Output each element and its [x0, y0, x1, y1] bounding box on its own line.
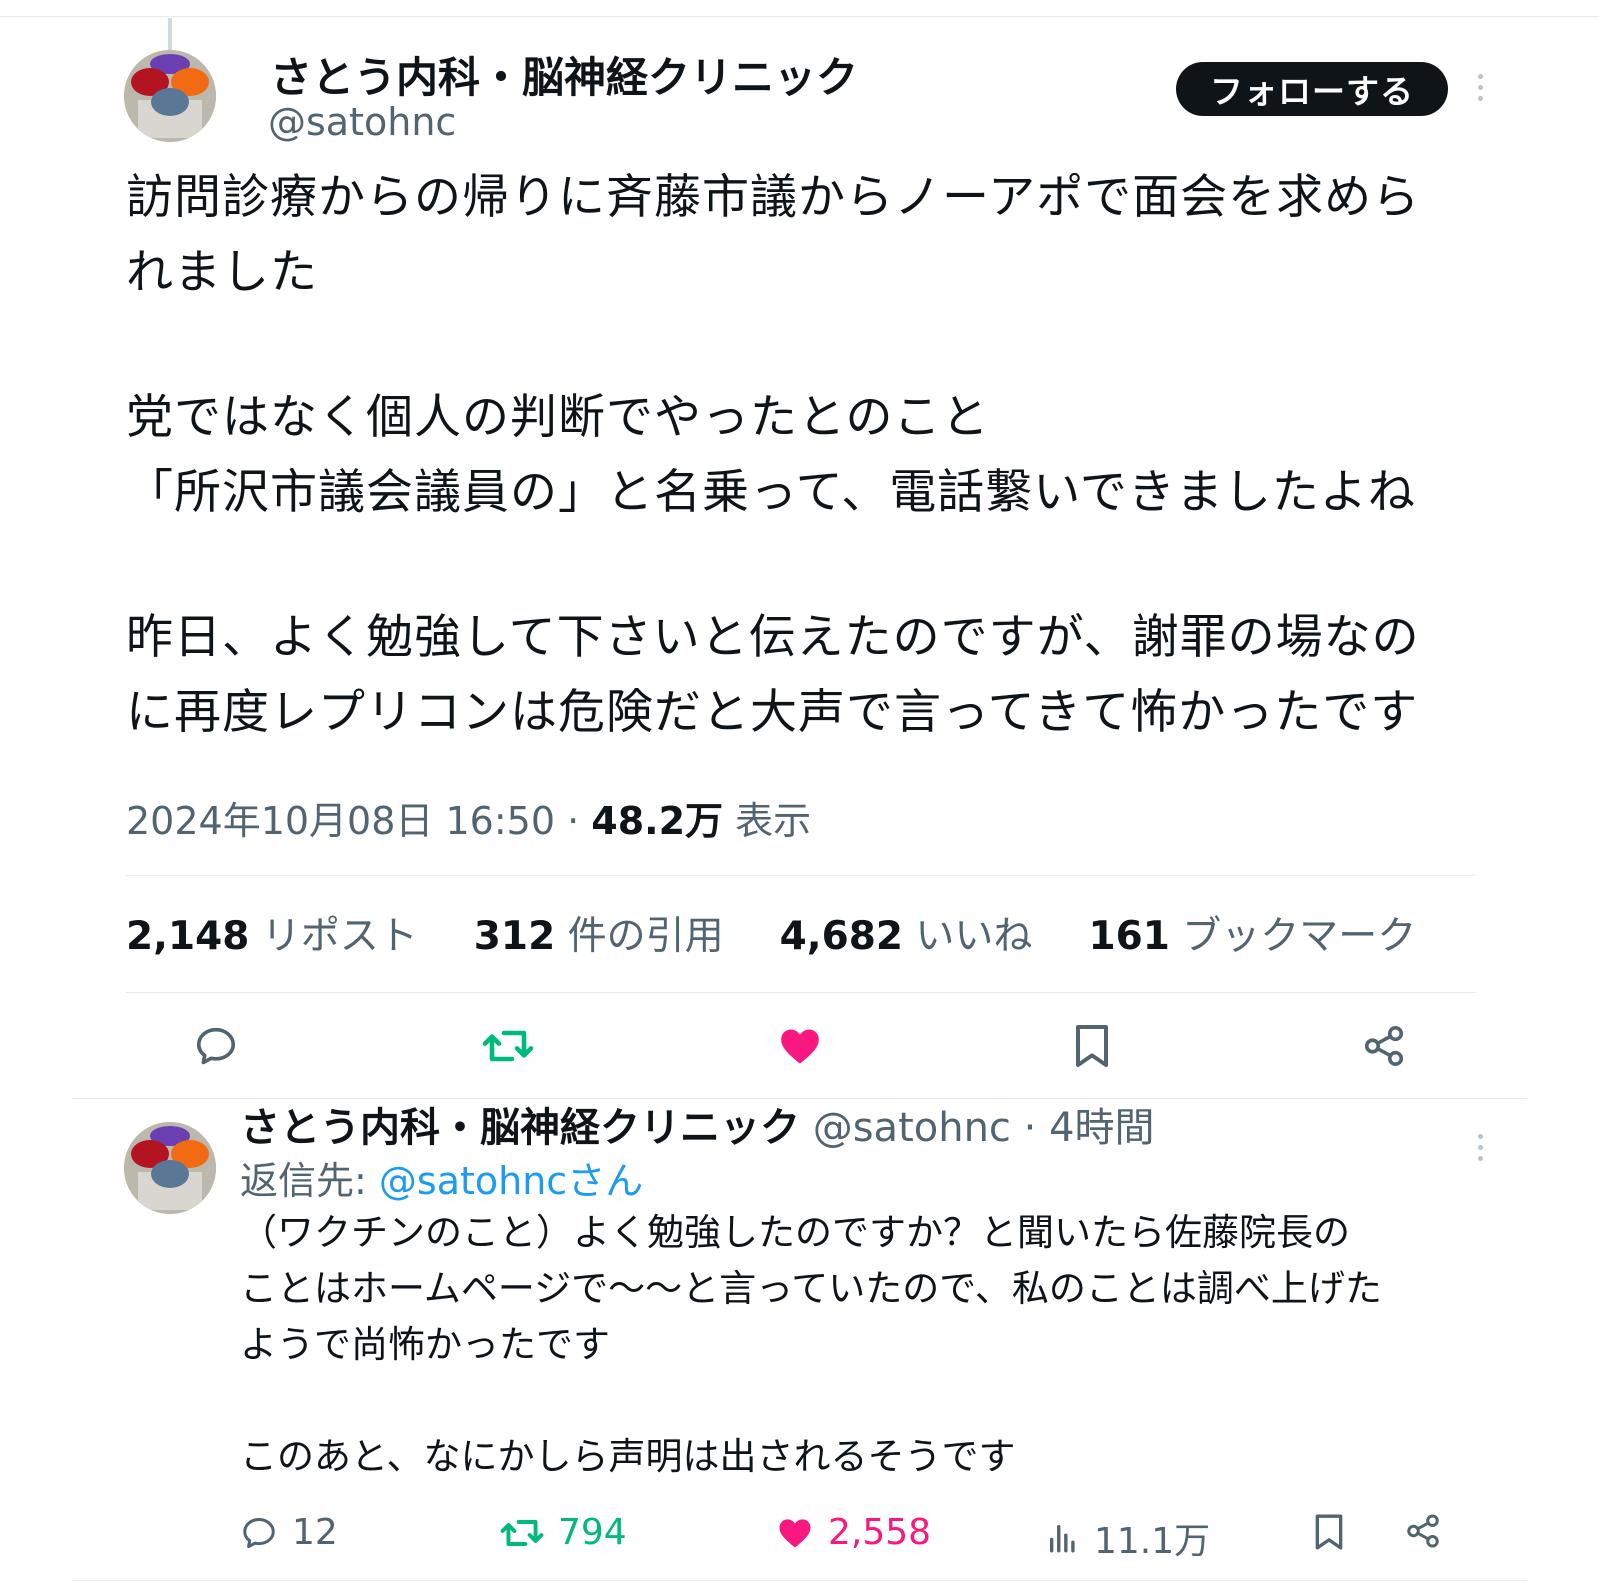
reply-share-button[interactable]	[1404, 1512, 1442, 1550]
avatar-image	[124, 1122, 216, 1214]
share-icon	[1407, 1514, 1439, 1548]
stat-quotes-label: 件の引用	[567, 914, 724, 959]
stat-bookmarks-count: 161	[1088, 914, 1170, 959]
stat-likes-label: いいね	[915, 914, 1033, 959]
bookmark-icon	[1076, 1025, 1108, 1067]
author-name[interactable]: さとう内科・脳神経クリニック	[270, 44, 858, 105]
top-divider	[0, 16, 1599, 17]
views-label: 表示	[735, 799, 812, 843]
reply-count: 12	[292, 1512, 338, 1553]
stat-bookmarks-label: ブックマーク	[1182, 914, 1417, 959]
tweet-text: 訪問診療からの帰りに斉藤市議からノーアポで面会を求めら れました 党ではなく個人…	[126, 160, 1486, 750]
reply-repost-button[interactable]: 794	[500, 1512, 627, 1553]
reply-bookmark-button[interactable]	[1312, 1512, 1346, 1552]
share-icon	[1364, 1025, 1404, 1067]
share-button[interactable]	[1356, 1018, 1412, 1074]
reply-to-mention[interactable]: @satohncさん	[379, 1159, 643, 1203]
stat-reposts-count: 2,148	[126, 914, 250, 959]
reply-to-prefix: 返信先:	[240, 1159, 367, 1203]
views-icon	[1049, 1524, 1075, 1553]
reply-more-options-icon[interactable]	[1475, 1134, 1485, 1161]
bookmark-button[interactable]	[1064, 1018, 1120, 1074]
tweet-text-line: 昨日、よく勉強して下さいと伝えたのですが、謝罪の場なの	[126, 610, 1420, 665]
stat-likes-count: 4,682	[779, 914, 904, 959]
author-handle[interactable]: @satohnc	[268, 100, 456, 144]
reply-like-button[interactable]: 2,558	[776, 1512, 931, 1553]
reply-text-line: ことはホームページで〜〜と言っていたので、私のことは調べ上げた	[240, 1267, 1382, 1310]
author-avatar[interactable]	[124, 50, 216, 142]
meta-separator: ·	[567, 799, 580, 843]
reply-author-handle[interactable]: @satohnc	[813, 1105, 1011, 1151]
stat-quotes[interactable]: 312 件の引用	[474, 905, 724, 961]
repost-icon	[500, 1519, 544, 1546]
tweet-timestamp[interactable]: 2024年10月08日 16:50	[126, 799, 555, 843]
bookmark-icon	[1315, 1514, 1343, 1550]
avatar-image	[124, 50, 216, 142]
reply-author-name[interactable]: さとう内科・脳神経クリニック	[240, 1105, 800, 1151]
tweet-meta: 2024年10月08日 16:50 · 48.2万 表示	[126, 790, 811, 845]
reply-separator: ·	[1023, 1105, 1037, 1151]
follow-button[interactable]: フォローする	[1176, 62, 1448, 116]
divider	[126, 875, 1476, 876]
thread-connector-line	[168, 18, 172, 50]
stat-reposts-label: リポスト	[261, 914, 418, 959]
reply-icon	[196, 1027, 236, 1065]
stat-reposts[interactable]: 2,148 リポスト	[126, 905, 418, 961]
reply-icon	[243, 1517, 275, 1548]
reply-text: （ワクチンのこと）よく勉強したのですか？と聞いたら佐藤院長の ことはホームページ…	[240, 1205, 1470, 1485]
repost-button[interactable]	[480, 1018, 536, 1074]
divider	[72, 1580, 1527, 1581]
views-count: 11.1万	[1094, 1521, 1211, 1562]
reply-text-line: （ワクチンのこと）よく勉強したのですか？と聞いたら佐藤院長の	[240, 1211, 1350, 1254]
stat-likes[interactable]: 4,682 いいね	[780, 905, 1033, 961]
repost-count: 794	[558, 1512, 627, 1553]
reply-views-button[interactable]: 11.1万	[1046, 1512, 1210, 1564]
engagement-stats: 2,148 リポスト 312 件の引用 4,682 いいね 161 ブックマーク	[126, 905, 1416, 961]
reply-text-line: ようで尚怖かったです	[240, 1323, 610, 1366]
repost-icon	[482, 1030, 534, 1062]
tweet-text-line: に再度レプリコンは危険だと大声で言ってきて怖かったです	[126, 685, 1419, 740]
stat-bookmarks[interactable]: 161 ブックマーク	[1088, 905, 1416, 961]
divider	[126, 992, 1476, 993]
more-options-icon[interactable]	[1475, 74, 1485, 101]
reply-author-avatar[interactable]	[124, 1122, 216, 1214]
reply-time[interactable]: 4時間	[1049, 1105, 1154, 1151]
reply-to-line: 返信先: @satohncさん	[240, 1150, 643, 1205]
like-icon	[781, 1029, 819, 1064]
views-count: 48.2万	[591, 799, 724, 843]
like-icon	[779, 1518, 811, 1548]
tweet-text-line: 党ではなく個人の判断でやったとのこと	[126, 390, 990, 445]
reply-reply-button[interactable]: 12	[240, 1512, 338, 1553]
tweet-text-line: 「所沢市議会議員の」と名乗って、電話繋いできましたよね	[126, 465, 1416, 520]
stat-quotes-count: 312	[473, 914, 556, 959]
reply-text-line: このあと、なにかしら声明は出されるそうです	[240, 1435, 1016, 1478]
reply-button[interactable]	[188, 1018, 244, 1074]
tweet-text-line: 訪問診療からの帰りに斉藤市議からノーアポで面会を求めら	[126, 170, 1421, 225]
tweet-text-line: れました	[126, 245, 318, 300]
like-button[interactable]	[772, 1018, 828, 1074]
reply-header: さとう内科・脳神経クリニック @satohnc · 4時間	[240, 1095, 1155, 1153]
like-count: 2,558	[828, 1512, 932, 1553]
